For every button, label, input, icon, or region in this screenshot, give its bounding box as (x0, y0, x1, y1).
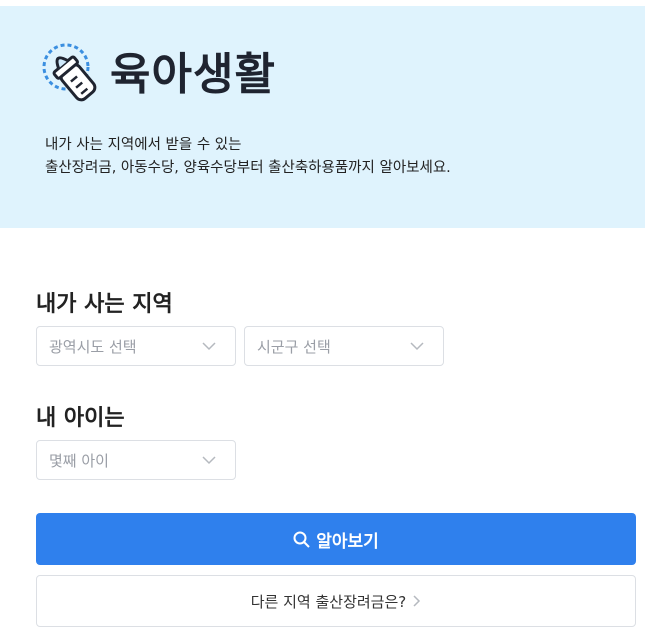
search-button[interactable]: 알아보기 (36, 513, 636, 565)
search-button-label: 알아보기 (316, 531, 379, 552)
child-section-title: 내 아이는 (36, 406, 125, 431)
logo[interactable]: 육아생활 (34, 39, 276, 111)
other-region-button[interactable]: 다른 지역 출산장려금은? (36, 575, 636, 627)
other-region-button-label: 다른 지역 출산장려금은? (250, 592, 407, 611)
province-select-label: 광역시도 선택 (49, 337, 137, 356)
child-order-select-label: 몇째 아이 (49, 451, 109, 470)
hero-description: 내가 사는 지역에서 받을 수 있는 출산장려금, 아동수당, 양육수당부터 출… (45, 134, 451, 180)
search-icon (293, 531, 310, 548)
province-select[interactable]: 광역시도 선택 (36, 326, 236, 366)
district-select[interactable]: 시군구 선택 (244, 326, 444, 366)
hero-banner: 육아생활 내가 사는 지역에서 받을 수 있는 출산장려금, 아동수당, 양육수… (0, 6, 645, 228)
child-order-select[interactable]: 몇째 아이 (36, 440, 236, 480)
chevron-down-icon (202, 342, 216, 351)
district-select-label: 시군구 선택 (257, 337, 331, 356)
chevron-down-icon (410, 342, 424, 351)
hero-description-line: 출산장려금, 아동수당, 양육수당부터 출산축하용품까지 알아보세요. (45, 160, 451, 176)
logo-text: 육아생활 (110, 49, 276, 100)
hero-description-line: 내가 사는 지역에서 받을 수 있는 (45, 137, 242, 153)
baby-bottle-icon (42, 43, 97, 102)
chevron-right-icon (413, 595, 421, 607)
region-section-title: 내가 사는 지역 (36, 292, 173, 317)
chevron-down-icon (202, 456, 216, 465)
